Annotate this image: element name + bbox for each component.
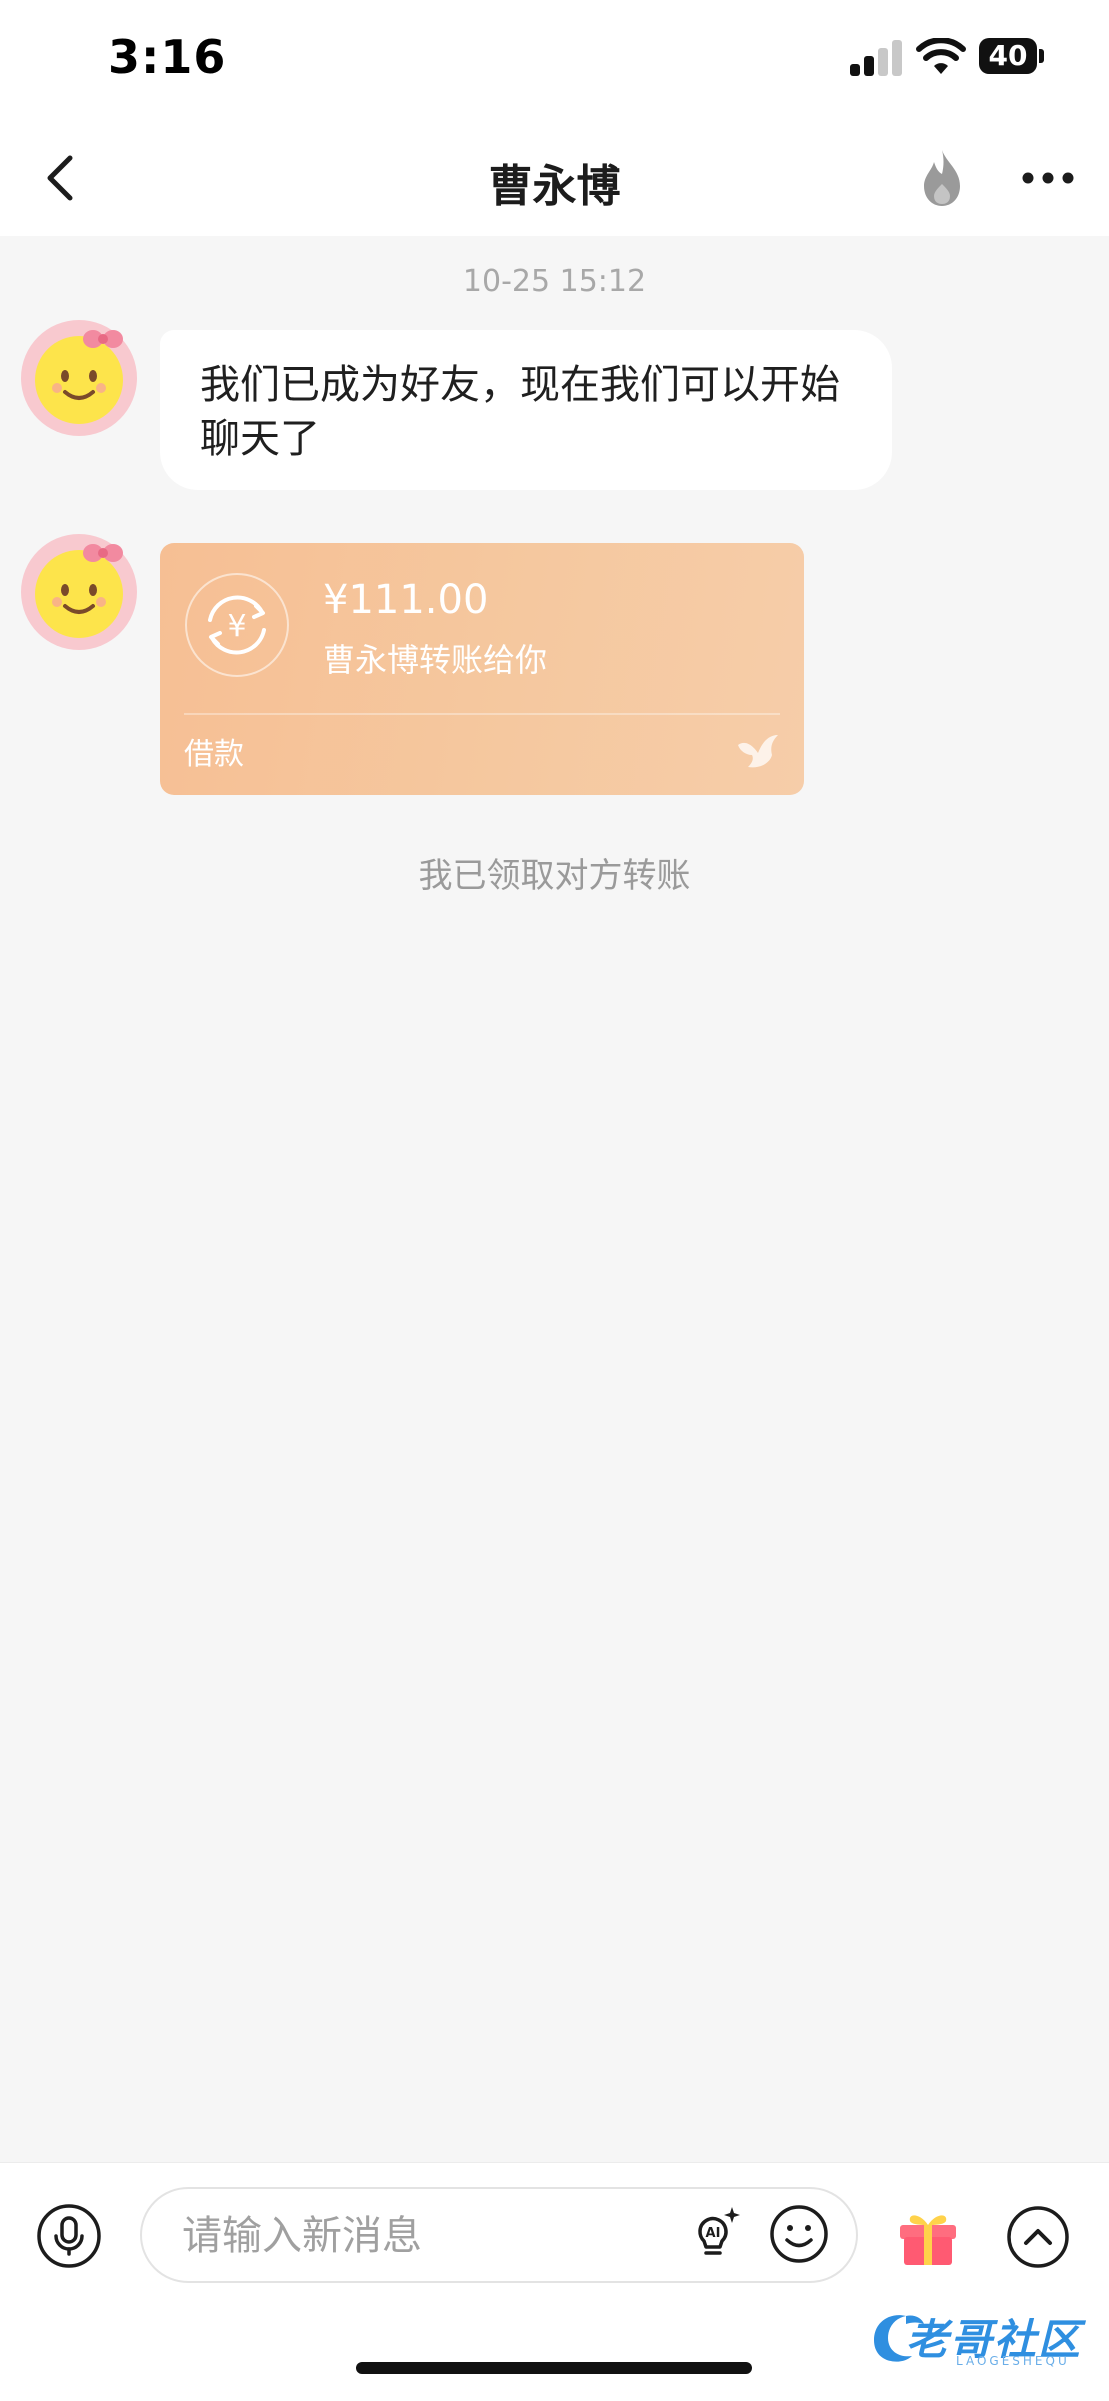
watermark-logo: 老哥社区 LAOGESHEQU xyxy=(866,2302,1102,2372)
bow-icon xyxy=(83,544,123,562)
svg-text:¥: ¥ xyxy=(227,609,246,644)
transfer-note: 借款 xyxy=(184,737,244,772)
battery-icon: 40 xyxy=(979,38,1045,74)
chat-header: 曹永博 xyxy=(0,120,1109,236)
cellular-signal-icon xyxy=(850,40,904,76)
card-divider xyxy=(184,713,780,715)
status-bar: 3:16 40 xyxy=(0,0,1109,120)
ai-lightbulb-icon[interactable]: AI xyxy=(680,2201,746,2267)
transfer-description: 曹永博转账给你 xyxy=(323,641,548,679)
avatar[interactable] xyxy=(21,534,137,650)
microphone-icon[interactable] xyxy=(36,2203,102,2269)
battery-level: 40 xyxy=(979,38,1037,74)
bird-logo-icon xyxy=(738,735,778,768)
message-input[interactable] xyxy=(180,2189,684,2283)
home-indicator[interactable] xyxy=(356,2362,752,2374)
expand-up-icon[interactable] xyxy=(1006,2205,1070,2269)
yuan-transfer-icon: ¥ xyxy=(185,573,289,677)
watermark-subtext: LAOGESHEQU xyxy=(956,2354,1070,2368)
message-input-container: AI xyxy=(140,2187,858,2283)
wifi-icon xyxy=(916,38,966,74)
emoji-icon[interactable] xyxy=(768,2203,830,2265)
message-text: 我们已成为好友，现在我们可以开始聊天了 xyxy=(200,362,840,462)
transfer-card[interactable]: ¥ ¥111.00 曹永博转账给你 借款 xyxy=(160,543,804,795)
message-timestamp: 10-25 15:12 xyxy=(462,264,647,299)
flame-icon[interactable] xyxy=(918,148,966,208)
avatar[interactable] xyxy=(21,320,137,436)
transfer-amount: ¥111.00 xyxy=(323,577,489,623)
more-options-icon[interactable] xyxy=(1020,166,1076,190)
system-notice: 我已领取对方转账 xyxy=(418,856,691,896)
bow-icon xyxy=(83,330,123,348)
gift-icon[interactable] xyxy=(894,2203,962,2269)
status-time: 3:16 xyxy=(108,30,227,84)
text-message-bubble[interactable]: 我们已成为好友，现在我们可以开始聊天了 xyxy=(160,330,892,490)
svg-text:AI: AI xyxy=(706,2226,721,2241)
